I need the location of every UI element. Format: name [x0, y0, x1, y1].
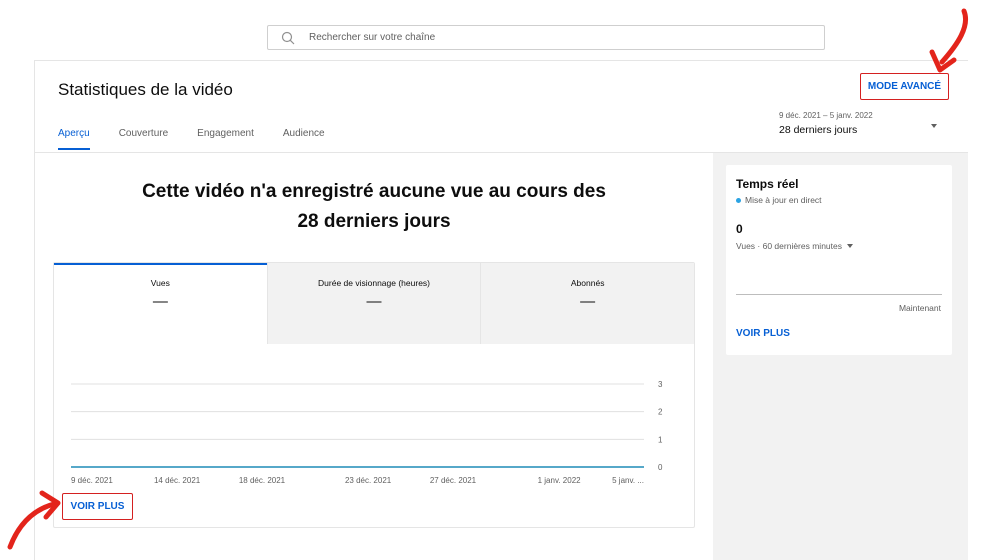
y-tick-label: 0 [658, 463, 663, 472]
x-tick-label: 9 déc. 2021 [71, 476, 113, 485]
date-range-text: 9 déc. 2021 – 5 janv. 2022 [779, 111, 873, 120]
metric-tab-views[interactable]: Vues — [54, 263, 267, 344]
metric-label: Vues [150, 278, 170, 288]
metric-tab-watch-time[interactable]: Durée de visionnage (heures) — [266, 263, 481, 344]
y-tick-label: 3 [658, 380, 663, 389]
metric-value: — [366, 293, 382, 310]
headline-line-2: 28 derniers jours [297, 211, 451, 232]
annotation-arrow-icon [7, 490, 61, 550]
x-tick-label: 23 déc. 2021 [345, 476, 392, 485]
metric-tab-subscribers[interactable]: Abonnés — [480, 263, 695, 344]
live-status: Mise à jour en direct [736, 195, 822, 205]
search-icon [281, 31, 295, 45]
realtime-count: 0 [736, 222, 743, 236]
advanced-mode-button[interactable]: MODE AVANCÉ [860, 73, 949, 100]
annotation-arrow-icon [929, 8, 968, 73]
y-tick-label: 2 [658, 408, 663, 417]
tab-overview[interactable]: Aperçu [58, 128, 90, 150]
page-title: Statistiques de la vidéo [58, 80, 233, 99]
y-tick-label: 1 [658, 435, 663, 444]
x-tick-label: 5 janv. ... [612, 476, 644, 485]
x-tick-label: 18 déc. 2021 [239, 476, 286, 485]
realtime-metric-selector[interactable]: Vues · 60 dernières minutes [736, 241, 853, 251]
realtime-chart-baseline [736, 294, 942, 295]
metric-value: — [580, 293, 596, 310]
date-period-text: 28 derniers jours [779, 124, 858, 136]
live-status-label: Mise à jour en direct [745, 195, 822, 205]
no-views-headline: Cette vidéo n'a enregistré aucune vue au… [54, 177, 694, 237]
date-range-picker[interactable]: 9 déc. 2021 – 5 janv. 2022 28 derniers j… [779, 111, 945, 145]
tab-engagement[interactable]: Engagement [197, 128, 254, 150]
analytics-page: Statistiques de la vidéo MODE AVANCÉ Ape… [0, 0, 1000, 560]
live-dot-icon [736, 197, 741, 203]
metric-label: Abonnés [570, 278, 605, 288]
see-more-button[interactable]: VOIR PLUS [62, 493, 133, 520]
metrics-card: Vues — Durée de visionnage (heures) — Ab… [53, 262, 695, 528]
channel-search-bar[interactable] [267, 25, 825, 50]
tab-reach[interactable]: Couverture [119, 128, 168, 150]
dropdown-arrow-icon [931, 124, 937, 128]
x-tick-label: 27 déc. 2021 [430, 476, 477, 485]
x-tick-label: 14 déc. 2021 [154, 476, 201, 485]
search-input[interactable] [309, 26, 809, 49]
metric-value: — [152, 293, 168, 310]
headline-line-1: Cette vidéo n'a enregistré aucune vue au… [142, 181, 606, 202]
metric-tabs: Vues — Durée de visionnage (heures) — Ab… [54, 263, 695, 344]
realtime-card: Temps réel Mise à jour en direct 0 Vues … [726, 165, 952, 355]
realtime-title: Temps réel [736, 177, 799, 191]
realtime-now-label: Maintenant [898, 303, 941, 313]
tab-audience[interactable]: Audience [283, 128, 325, 150]
realtime-see-more-link[interactable]: VOIR PLUS [736, 328, 790, 339]
x-tick-label: 1 janv. 2022 [538, 476, 582, 485]
realtime-metric-label: Vues · 60 dernières minutes [736, 241, 842, 251]
metric-label: Durée de visionnage (heures) [318, 278, 430, 288]
dropdown-arrow-icon [847, 244, 853, 248]
views-line-chart: 0 1 2 3 9 déc. 2021 14 déc. 2021 18 déc. 2021 2… [71, 380, 663, 485]
analytics-tabs: Aperçu Couverture Engagement Audience [58, 128, 354, 150]
